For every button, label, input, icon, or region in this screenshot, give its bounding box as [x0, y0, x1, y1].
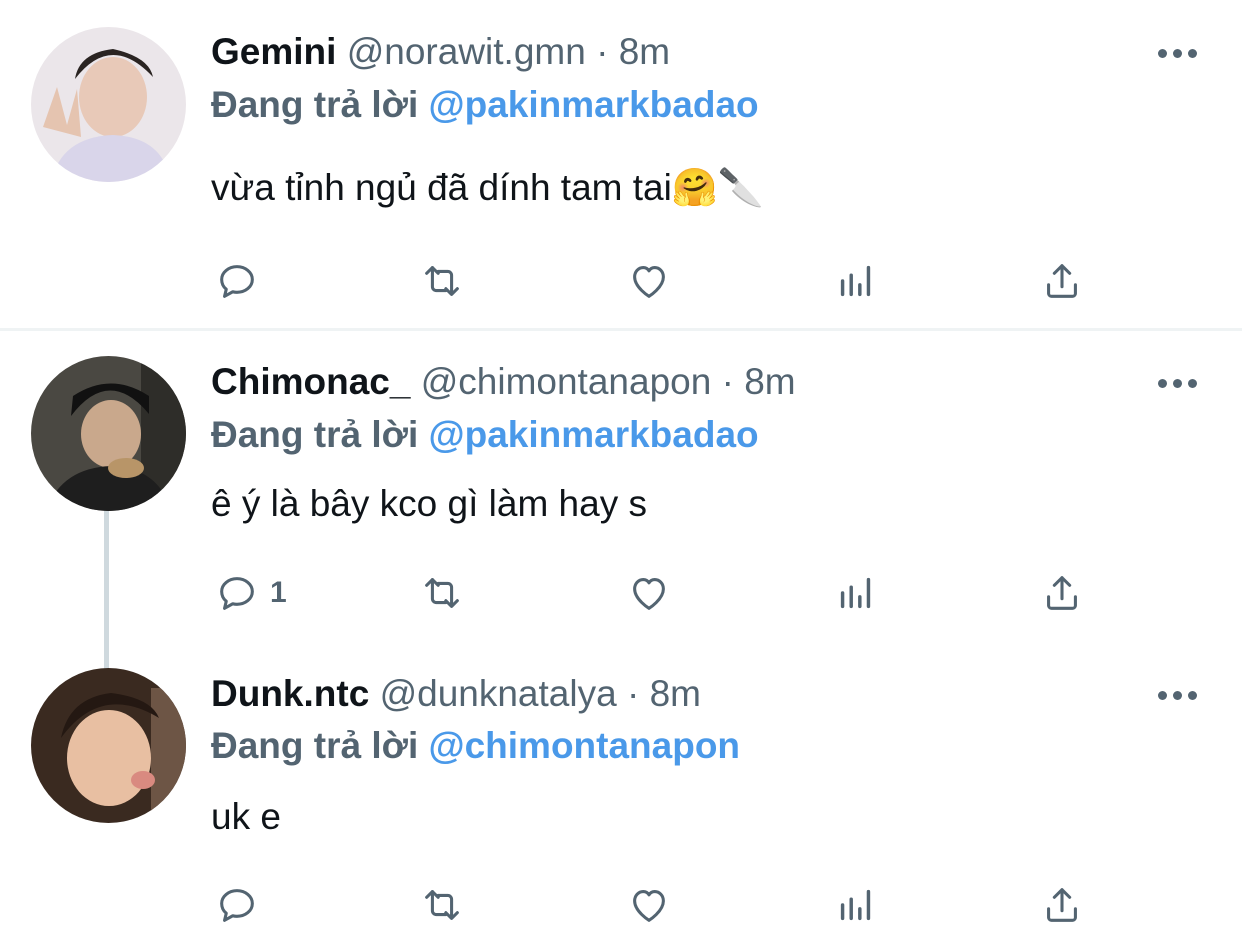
- reply-button[interactable]: [214, 256, 270, 306]
- replying-to-label: Đang trả lời: [211, 84, 419, 125]
- analytics-button[interactable]: [833, 256, 879, 306]
- retweet-button[interactable]: [419, 256, 465, 306]
- share-button[interactable]: [1039, 880, 1085, 930]
- avatar[interactable]: [31, 27, 186, 182]
- share-button[interactable]: [1039, 256, 1085, 306]
- reply-mention-link[interactable]: @chimontanapon: [429, 725, 741, 766]
- analytics-icon: [840, 265, 871, 297]
- replying-to-label: Đang trả lời: [211, 725, 419, 766]
- like-button[interactable]: [626, 256, 672, 306]
- avatar[interactable]: [31, 668, 186, 823]
- reply-icon: [220, 577, 254, 610]
- avatar-image: [31, 27, 186, 182]
- reply-mention-link[interactable]: @pakinmarkbadao: [429, 84, 759, 125]
- analytics-button[interactable]: [833, 568, 879, 618]
- tweet-text: ê ý là bây kco gì làm hay s: [211, 483, 647, 524]
- retweet-button[interactable]: [419, 880, 465, 930]
- retweet-icon: [425, 890, 459, 920]
- reply-mention-link[interactable]: @pakinmarkbadao: [429, 414, 759, 455]
- replying-to-label: Đang trả lời: [211, 414, 419, 455]
- analytics-icon: [840, 889, 871, 921]
- user-handle[interactable]: @chimontanapon: [421, 361, 712, 402]
- reply-button[interactable]: [214, 880, 270, 930]
- share-button[interactable]: [1039, 568, 1085, 618]
- like-button[interactable]: [626, 568, 672, 618]
- more-icon[interactable]: [1158, 46, 1198, 60]
- retweet-button[interactable]: [419, 568, 465, 618]
- timestamp[interactable]: 8m: [650, 673, 701, 714]
- display-name[interactable]: Chimonac_: [211, 361, 410, 402]
- action-bar: [0, 256, 1242, 306]
- separator-dot: ·: [721, 361, 734, 402]
- avatar[interactable]: [31, 356, 186, 511]
- tweet-text: vừa tỉnh ngủ đã dính tam tai🤗🔪: [211, 167, 764, 208]
- reply-button[interactable]: 1: [214, 568, 287, 618]
- tweet-header: Gemini @norawit.gmn · 8m: [211, 27, 670, 77]
- analytics-button[interactable]: [833, 880, 879, 930]
- share-icon: [1047, 888, 1077, 922]
- like-button[interactable]: [626, 880, 672, 930]
- more-icon[interactable]: [1158, 376, 1198, 390]
- more-icon[interactable]: [1158, 688, 1198, 702]
- user-handle[interactable]: @norawit.gmn: [347, 31, 586, 72]
- timestamp[interactable]: 8m: [619, 31, 670, 72]
- reply-count: 1: [270, 576, 287, 609]
- retweet-icon: [425, 266, 459, 296]
- avatar-image: [31, 668, 186, 823]
- display-name[interactable]: Gemini: [211, 31, 336, 72]
- like-icon: [633, 266, 665, 298]
- retweet-icon: [425, 578, 459, 608]
- separator-dot: ·: [596, 31, 609, 72]
- analytics-icon: [840, 577, 871, 609]
- separator-dot: ·: [626, 673, 640, 714]
- action-bar: 1: [0, 568, 1242, 618]
- replying-to: Đang trả lời @chimontanapon: [211, 721, 740, 771]
- share-icon: [1047, 576, 1077, 610]
- action-bar: [0, 880, 1242, 930]
- like-icon: [633, 578, 665, 610]
- tweet-header: Chimonac_ @chimontanapon · 8m: [211, 357, 796, 407]
- like-icon: [633, 890, 665, 922]
- user-handle[interactable]: @dunknatalya: [380, 673, 617, 714]
- replying-to: Đang trả lời @pakinmarkbadao: [211, 80, 759, 130]
- avatar-image: [31, 356, 186, 511]
- reply-icon: [220, 265, 254, 298]
- tweet-divider: [0, 328, 1242, 331]
- reply-icon: [220, 889, 254, 922]
- display-name[interactable]: Dunk.ntc: [211, 673, 369, 714]
- replying-to: Đang trả lời @pakinmarkbadao: [211, 410, 759, 460]
- tweet-text: uk e: [211, 796, 281, 837]
- timestamp[interactable]: 8m: [744, 361, 795, 402]
- tweet-header: Dunk.ntc @dunknatalya · 8m: [211, 669, 701, 719]
- share-icon: [1047, 264, 1077, 298]
